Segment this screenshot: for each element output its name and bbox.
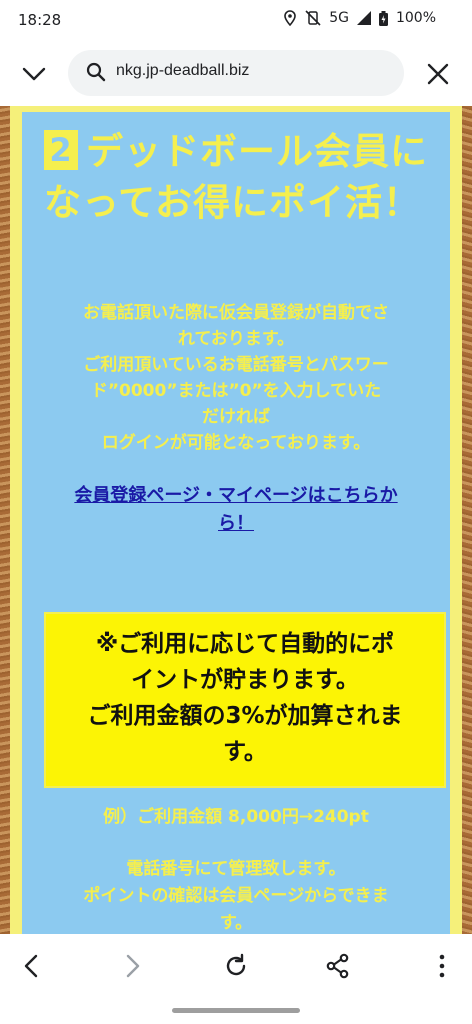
signal-icon <box>356 11 371 25</box>
info-line: ログインが可能となっております。 <box>101 433 371 453</box>
gesture-bar[interactable] <box>172 1008 300 1013</box>
manage-line: ポイントの確認は会員ページからできま <box>83 886 389 906</box>
points-example: 例）ご利用金額 8,000円→240pt <box>103 807 369 827</box>
url-field[interactable]: nkg.jp-deadball.biz <box>68 50 404 96</box>
web-page[interactable]: 2 デッドボール会員に なってお得にポイ活！ お電話頂いた際に仮会員登録が自動でさ… <box>0 106 472 934</box>
registration-info: お電話頂いた際に仮会員登録が自動でさ れております。 ご利用頂いているお電話番号… <box>32 300 440 456</box>
member-link-line-2: ら！ <box>218 513 254 534</box>
notice-line: ※ご利用に応じて自動的にポ <box>95 631 395 657</box>
status-time: 18:28 <box>18 11 62 29</box>
management-info: 電話番号にて管理致します。 ポイントの確認は会員ページからできま す。 <box>32 856 440 934</box>
member-link-line-1: 会員登録ページ・マイページはこちらか <box>74 485 398 506</box>
notice-line: す。 <box>223 739 267 765</box>
url-text: nkg.jp-deadball.biz <box>116 62 250 79</box>
status-icons: 5G 100% <box>283 10 436 26</box>
info-line: ご利用頂いているお電話番号とパスワー <box>83 355 389 375</box>
points-notice-box: ※ご利用に応じて自動的にポ イントが貯まります。 ご利用金額の3%が加算されま … <box>44 612 446 788</box>
yellow-frame: 2 デッドボール会員に なってお得にポイ活！ お電話頂いた際に仮会員登録が自動でさ… <box>10 106 462 934</box>
info-line: れております。 <box>177 329 295 349</box>
forward-icon[interactable] <box>118 952 146 980</box>
vibrate-off-icon <box>305 10 321 26</box>
search-icon <box>86 62 106 86</box>
network-label: 5G <box>329 10 349 26</box>
manage-line: 電話番号にて管理致します。 <box>126 859 346 879</box>
manage-line: す。 <box>219 913 253 933</box>
chevron-down-icon[interactable] <box>20 60 48 88</box>
section-number-badge: 2 <box>44 130 78 170</box>
info-line: お電話頂いた際に仮会員登録が自動でさ <box>83 303 389 323</box>
content-panel: 2 デッドボール会員に なってお得にポイ活！ お電話頂いた際に仮会員登録が自動でさ… <box>22 112 450 934</box>
notice-line: イントが貯まります。 <box>131 667 359 693</box>
close-icon[interactable] <box>426 62 450 86</box>
reload-icon[interactable] <box>222 952 250 980</box>
status-bar: 18:28 5G 100% <box>0 0 472 40</box>
battery-icon <box>378 10 388 26</box>
info-line: だければ <box>202 407 270 427</box>
section-heading: 2 デッドボール会員に なってお得にポイ活！ <box>44 126 444 228</box>
share-icon[interactable] <box>324 952 352 980</box>
address-bar: nkg.jp-deadball.biz <box>0 40 472 106</box>
notice-line: ご利用金額の3%が加算されま <box>87 703 403 729</box>
info-line: ド”0000”または”0”を入力していた <box>90 381 382 401</box>
heading-line-1: デッドボール会員に <box>86 130 428 173</box>
location-icon <box>283 10 297 26</box>
back-icon[interactable] <box>18 952 46 980</box>
heading-line-2: なってお得にポイ活！ <box>44 181 422 224</box>
cork-border-left <box>0 106 10 934</box>
more-icon[interactable] <box>428 952 456 980</box>
battery-label: 100% <box>395 10 436 26</box>
cork-border-right <box>462 106 472 934</box>
member-page-link[interactable]: 会員登録ページ・マイページはこちらか ら！ <box>40 482 432 538</box>
